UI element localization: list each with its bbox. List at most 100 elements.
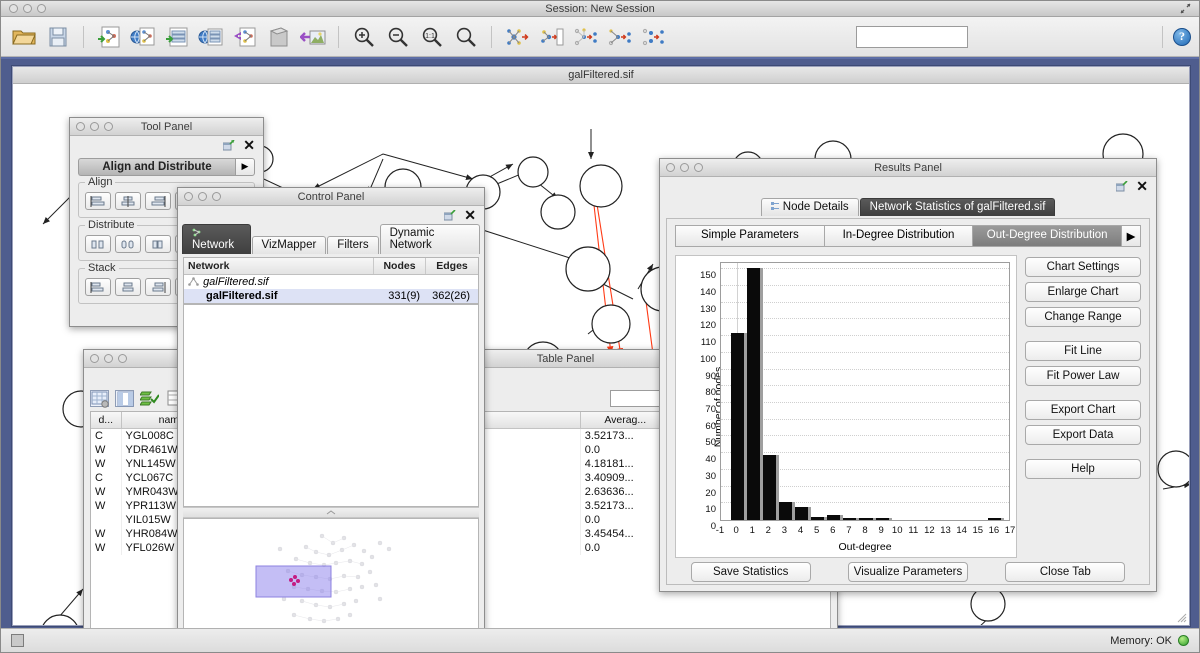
- export-data-button[interactable]: Export Data: [1025, 425, 1141, 445]
- tab-network[interactable]: Network: [182, 224, 251, 254]
- table-panel-close-button[interactable]: [90, 354, 99, 363]
- window-traffic-lights[interactable]: [9, 4, 46, 13]
- table-panel-zoom-button[interactable]: [118, 354, 127, 363]
- chart-bar[interactable]: [988, 518, 1001, 520]
- chart-settings-button[interactable]: Chart Settings: [1025, 257, 1141, 277]
- tab-filters[interactable]: Filters: [327, 236, 378, 254]
- chart-bar[interactable]: [763, 455, 776, 520]
- close-button[interactable]: [9, 4, 18, 13]
- control-panel-body[interactable]: [183, 304, 479, 507]
- fit-line-button[interactable]: Fit Line: [1025, 341, 1141, 361]
- select-columns-icon[interactable]: [115, 390, 134, 407]
- edit-values-icon[interactable]: [140, 390, 159, 407]
- chart-bar[interactable]: [876, 518, 889, 520]
- tab-node-details[interactable]: Node Details: [761, 198, 859, 216]
- control-panel-splitter[interactable]: [183, 507, 479, 518]
- table-panel-minimize-button[interactable]: [104, 354, 113, 363]
- column-header-d[interactable]: d...: [91, 412, 121, 429]
- tab-dynamic-network[interactable]: Dynamic Network: [380, 224, 480, 254]
- align-center-h-button[interactable]: [115, 192, 141, 210]
- help-button[interactable]: Help: [1025, 459, 1141, 479]
- export-image-button[interactable]: [298, 22, 328, 52]
- export-chart-button[interactable]: Export Chart: [1025, 400, 1141, 420]
- import-network-file-button[interactable]: [94, 22, 124, 52]
- tool-panel-zoom-button[interactable]: [104, 122, 113, 131]
- save-statistics-button[interactable]: Save Statistics: [691, 562, 811, 582]
- chart-bar[interactable]: [827, 515, 840, 520]
- visualize-parameters-button[interactable]: Visualize Parameters: [848, 562, 968, 582]
- deselect-all-button[interactable]: [638, 22, 668, 52]
- distribute-h-left-button[interactable]: [85, 235, 111, 253]
- save-session-button[interactable]: [43, 22, 73, 52]
- results-panel-minimize-button[interactable]: [680, 163, 689, 172]
- control-panel-close-button[interactable]: [184, 192, 193, 201]
- chart-bar[interactable]: [795, 507, 808, 520]
- fit-to-window-button[interactable]: [451, 22, 481, 52]
- zoom-button[interactable]: [37, 4, 46, 13]
- control-panel-minimize-button[interactable]: [198, 192, 207, 201]
- sub-tabs-more-icon[interactable]: ▶: [1121, 225, 1141, 247]
- table-panel-traffic-lights[interactable]: [90, 354, 127, 363]
- chart-bar[interactable]: [859, 518, 872, 520]
- network-tree-table[interactable]: Network Nodes Edges galFiltered.sif g: [183, 257, 479, 304]
- network-tree-root-row[interactable]: galFiltered.sif: [184, 275, 478, 289]
- network-overview-thumbnail[interactable]: [183, 518, 479, 628]
- chart-bar[interactable]: [779, 502, 792, 520]
- tab-vizmapper[interactable]: VizMapper: [252, 236, 327, 254]
- float-panel-icon[interactable]: [223, 140, 235, 151]
- chevron-right-icon[interactable]: ▶: [235, 158, 255, 176]
- results-panel-zoom-button[interactable]: [694, 163, 703, 172]
- help-icon[interactable]: ?: [1173, 28, 1191, 46]
- enlarge-chart-button[interactable]: Enlarge Chart: [1025, 282, 1141, 302]
- chart-bar[interactable]: [843, 518, 856, 520]
- close-tab-button[interactable]: Close Tab: [1005, 562, 1125, 582]
- stack-left-button[interactable]: [85, 278, 111, 296]
- network-tree-child-row[interactable]: galFiltered.sif 331(9) 362(26): [184, 289, 478, 303]
- import-table-url-button[interactable]: [196, 22, 226, 52]
- tool-panel-close-button[interactable]: [76, 122, 85, 131]
- tool-panel-traffic-lights[interactable]: [76, 122, 113, 131]
- control-panel-zoom-button[interactable]: [212, 192, 221, 201]
- tool-panel-minimize-button[interactable]: [90, 122, 99, 131]
- edges-col-header[interactable]: Edges: [426, 258, 478, 274]
- results-panel-close-button[interactable]: [666, 163, 675, 172]
- minimize-button[interactable]: [23, 4, 32, 13]
- control-panel-close-icon[interactable]: ✕: [464, 210, 476, 221]
- import-table-file-button[interactable]: [162, 22, 192, 52]
- distribute-h-right-button[interactable]: [145, 235, 171, 253]
- memory-status-indicator[interactable]: [1178, 635, 1189, 646]
- column-header-average[interactable]: Averag...: [580, 412, 670, 429]
- tool-panel-close-icon[interactable]: ✕: [243, 140, 255, 151]
- zoom-out-button[interactable]: [383, 22, 413, 52]
- control-float-panel-icon[interactable]: [444, 210, 456, 221]
- zoom-actual-size-button[interactable]: 1:1: [417, 22, 447, 52]
- align-left-button[interactable]: [85, 192, 111, 210]
- control-panel-traffic-lights[interactable]: [184, 192, 221, 201]
- chart-bar[interactable]: [731, 333, 744, 520]
- new-network-from-selection-button[interactable]: [536, 22, 566, 52]
- results-panel-traffic-lights[interactable]: [666, 163, 703, 172]
- task-history-icon[interactable]: [11, 634, 24, 647]
- import-network-url-button[interactable]: [128, 22, 158, 52]
- fullscreen-icon[interactable]: [1180, 3, 1191, 14]
- export-network-button[interactable]: [230, 22, 260, 52]
- stack-center-button[interactable]: [115, 278, 141, 296]
- nodes-col-header[interactable]: Nodes: [374, 258, 426, 274]
- resize-grip[interactable]: [1177, 613, 1187, 623]
- select-all-edges-button[interactable]: [604, 22, 634, 52]
- select-all-nodes-button[interactable]: [570, 22, 600, 52]
- align-right-button[interactable]: [145, 192, 171, 210]
- change-range-button[interactable]: Change Range: [1025, 307, 1141, 327]
- sub-tab-in-degree-distribution[interactable]: In-Degree Distribution: [824, 225, 973, 247]
- out-degree-chart[interactable]: Number of nodes 010203040506070809010011…: [675, 255, 1017, 558]
- search-input[interactable]: [856, 26, 968, 48]
- fit-power-law-button[interactable]: Fit Power Law: [1025, 366, 1141, 386]
- chart-bar[interactable]: [811, 517, 824, 520]
- sub-tab-simple-parameters[interactable]: Simple Parameters: [675, 225, 824, 247]
- chart-bar[interactable]: [747, 268, 760, 520]
- sub-tab-out-degree-distribution[interactable]: Out-Degree Distribution: [972, 225, 1121, 247]
- open-session-button[interactable]: [9, 22, 39, 52]
- results-float-panel-icon[interactable]: [1116, 181, 1128, 192]
- stack-right-button[interactable]: [145, 278, 171, 296]
- align-distribute-header[interactable]: Align and Distribute ▶: [78, 158, 255, 176]
